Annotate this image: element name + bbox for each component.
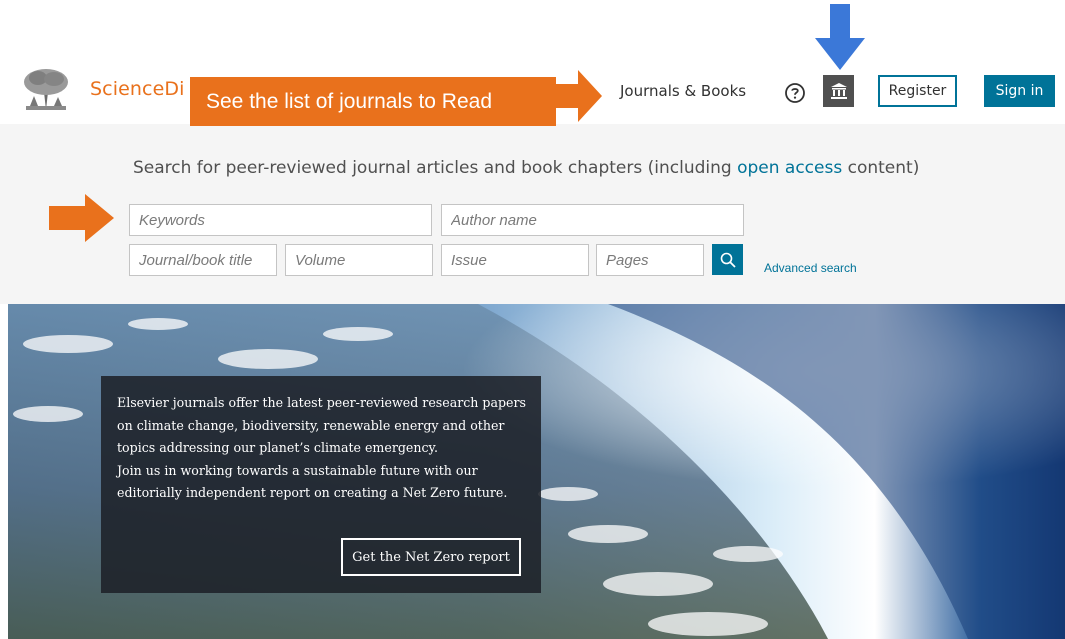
search-panel: Search for peer-reviewed journal article… bbox=[0, 124, 1065, 304]
annotation-arrow-right-icon bbox=[554, 70, 602, 122]
net-zero-report-button[interactable]: Get the Net Zero report bbox=[341, 538, 521, 576]
promo-text: Elsevier journals offer the latest peer-… bbox=[117, 392, 527, 505]
promo-line: Elsevier journals offer the latest peer-… bbox=[117, 395, 526, 410]
author-name-input[interactable] bbox=[441, 204, 744, 236]
sciencedirect-brand[interactable]: ScienceDi bbox=[90, 78, 184, 100]
sign-in-button[interactable]: Sign in bbox=[984, 75, 1055, 107]
advanced-search-link[interactable]: Advanced search bbox=[764, 261, 857, 275]
search-icon bbox=[720, 252, 736, 268]
elsevier-tree-logo-icon[interactable] bbox=[20, 66, 72, 114]
promo-line: Join us in working towards a sustainable… bbox=[117, 462, 478, 478]
promo-line: topics addressing our planet’s climate e… bbox=[117, 440, 438, 455]
institution-building-icon[interactable] bbox=[823, 75, 854, 107]
annotation-callout: See the list of journals to Read bbox=[190, 77, 556, 126]
journal-title-input[interactable] bbox=[129, 244, 277, 276]
search-heading-text: Search for peer-reviewed journal article… bbox=[133, 158, 738, 178]
question-circle-icon[interactable] bbox=[784, 82, 806, 104]
promo-line: on climate change, biodiversity, renewab… bbox=[117, 417, 505, 433]
volume-input[interactable] bbox=[285, 244, 433, 276]
annotation-arrow-right-icon bbox=[49, 194, 114, 242]
search-button[interactable] bbox=[712, 244, 743, 275]
open-access-link[interactable]: open access bbox=[737, 158, 842, 178]
issue-input[interactable] bbox=[441, 244, 589, 276]
annotation-arrow-down-icon bbox=[815, 4, 865, 70]
search-heading-suffix: content) bbox=[842, 158, 920, 178]
journals-books-link[interactable]: Journals & Books bbox=[620, 82, 746, 100]
promo-line: editorially independent report on creati… bbox=[117, 485, 508, 500]
net-zero-promo-card: Elsevier journals offer the latest peer-… bbox=[101, 376, 541, 593]
keywords-input[interactable] bbox=[129, 204, 432, 236]
search-heading: Search for peer-reviewed journal article… bbox=[133, 158, 919, 178]
register-button[interactable]: Register bbox=[878, 75, 957, 107]
pages-input[interactable] bbox=[596, 244, 704, 276]
